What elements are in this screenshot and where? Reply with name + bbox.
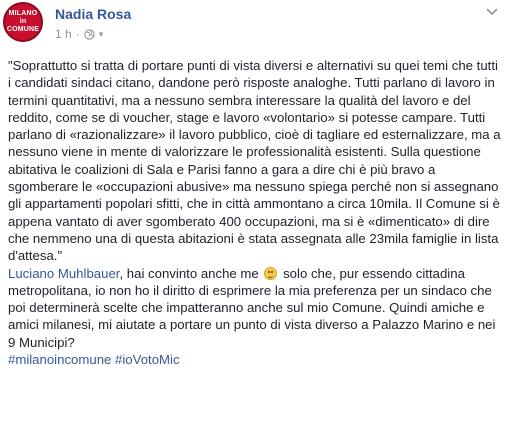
post-quote: "Soprattutto si tratta di portare punti … [8, 58, 501, 264]
author-name[interactable]: Nadia Rosa [55, 6, 131, 22]
post-body: "Soprattutto si tratta di portare punti … [8, 57, 502, 368]
chevron-down-icon[interactable] [484, 4, 500, 20]
smile-emoji [264, 266, 278, 280]
mention-link[interactable]: Luciano Muhlbauer [8, 266, 119, 281]
hashtag-link[interactable]: #milanoincomune [8, 352, 111, 367]
timestamp[interactable]: 1 h [55, 27, 72, 41]
post-hashtags: #milanoincomune #ioVotoMic [8, 351, 502, 368]
avatar[interactable]: MILANO in COMUNE [3, 2, 43, 42]
comment-text-before: , hai convinto anche me [119, 265, 259, 281]
post-comment: Luciano Muhlbauer, hai convinto anche me… [8, 265, 502, 351]
post-meta: 1 h · ▾ [55, 27, 103, 41]
audience-caret-icon[interactable]: ▾ [99, 29, 104, 40]
globe-icon[interactable] [84, 28, 95, 40]
hashtag-link[interactable]: #ioVotoMic [115, 352, 180, 367]
facebook-post: MILANO in COMUNE Nadia Rosa 1 h · ▾ "Sop… [0, 0, 508, 426]
meta-separator: · [75, 27, 80, 41]
avatar-logo-text: MILANO in COMUNE [6, 10, 40, 33]
